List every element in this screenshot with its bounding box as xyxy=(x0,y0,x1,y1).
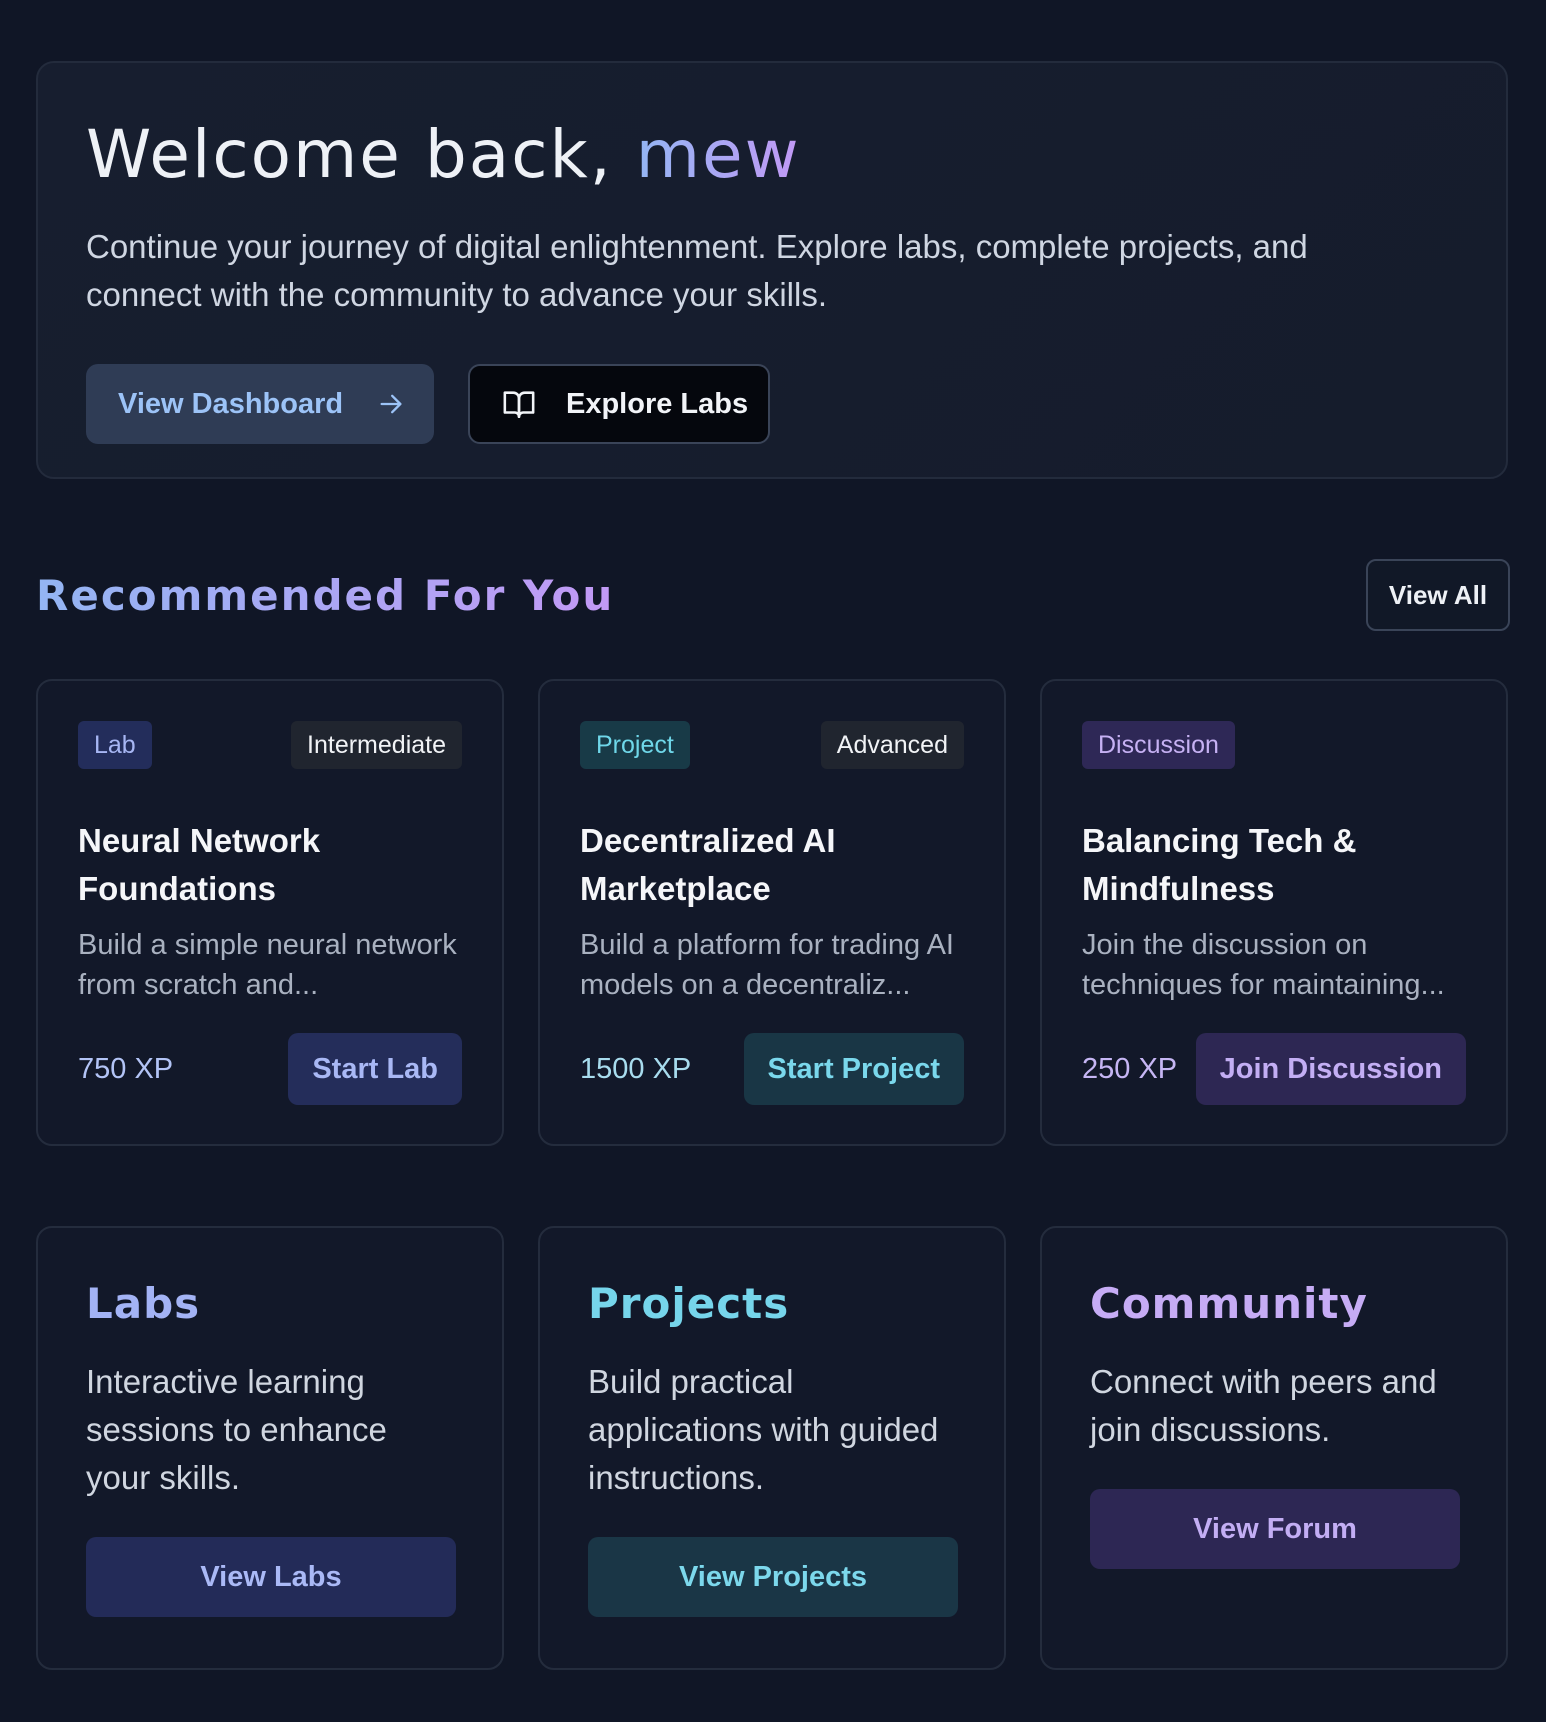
recommended-title: Recommended For You xyxy=(36,570,615,620)
feature-description: Build practical applications with guided… xyxy=(588,1363,939,1496)
level-badge: Intermediate xyxy=(291,721,462,769)
recommendation-card-lab[interactable]: Lab Intermediate Neural Network Foundati… xyxy=(36,679,504,1146)
explore-labs-button[interactable]: Explore Labs xyxy=(468,364,770,444)
view-all-button[interactable]: View All xyxy=(1366,559,1510,631)
feature-title: Community xyxy=(1090,1279,1368,1328)
card-title: Decentralized AI Marketplace xyxy=(580,822,836,907)
welcome-username: mew xyxy=(635,116,801,193)
recommended-grid: Lab Intermediate Neural Network Foundati… xyxy=(36,679,1510,1146)
tag-row: Lab Intermediate xyxy=(78,721,462,769)
feature-card-labs: Labs Interactive learning sessions to en… xyxy=(36,1226,504,1670)
arrow-right-icon xyxy=(377,390,405,418)
card-title: Balancing Tech & Mindfulness xyxy=(1082,822,1357,907)
feature-description: Connect with peers and join discussions. xyxy=(1090,1363,1437,1448)
book-open-icon xyxy=(502,387,536,421)
recommendation-card-project[interactable]: Project Advanced Decentralized AI Market… xyxy=(538,679,1006,1146)
recommendation-card-discussion[interactable]: Discussion Balancing Tech & Mindfulness … xyxy=(1040,679,1508,1146)
page: Welcome back, mew Continue your journey … xyxy=(0,0,1546,1722)
feature-grid: Labs Interactive learning sessions to en… xyxy=(36,1226,1510,1670)
view-dashboard-button[interactable]: View Dashboard xyxy=(86,364,434,444)
recommended-header: Recommended For You View All xyxy=(36,559,1510,631)
card-footer: 1500 XP Start Project xyxy=(580,1033,964,1105)
card-description: Build a platform for trading AI models o… xyxy=(580,929,954,1001)
view-labs-button[interactable]: View Labs xyxy=(86,1537,456,1617)
view-projects-button[interactable]: View Projects xyxy=(588,1537,958,1617)
feature-card-community: Community Connect with peers and join di… xyxy=(1040,1226,1508,1670)
start-lab-button[interactable]: Start Lab xyxy=(288,1033,462,1105)
type-badge: Lab xyxy=(78,721,152,769)
view-dashboard-label: View Dashboard xyxy=(118,387,344,420)
feature-card-projects: Projects Build practical applications wi… xyxy=(538,1226,1006,1670)
feature-title: Projects xyxy=(588,1279,790,1328)
welcome-greeting: Welcome back, xyxy=(86,116,613,193)
tag-row: Discussion xyxy=(1082,721,1466,769)
explore-labs-label: Explore Labs xyxy=(566,387,749,420)
card-footer: 750 XP Start Lab xyxy=(78,1033,462,1105)
xp-value: 750 XP xyxy=(78,1052,174,1085)
card-description: Join the discussion on techniques for ma… xyxy=(1082,929,1445,1001)
type-badge: Discussion xyxy=(1082,721,1235,769)
xp-value: 250 XP xyxy=(1082,1052,1178,1085)
hero-actions: View Dashboard Explore Labs xyxy=(86,364,1458,444)
welcome-hero: Welcome back, mew Continue your journey … xyxy=(36,61,1508,479)
xp-value: 1500 XP xyxy=(580,1052,692,1085)
welcome-subtitle: Continue your journey of digital enlight… xyxy=(86,228,1308,313)
type-badge: Project xyxy=(580,721,690,769)
level-badge: Advanced xyxy=(820,721,964,769)
welcome-title: Welcome back, mew xyxy=(86,113,1458,197)
tag-row: Project Advanced xyxy=(580,721,964,769)
join-discussion-button[interactable]: Join Discussion xyxy=(1195,1033,1466,1105)
view-forum-button[interactable]: View Forum xyxy=(1090,1489,1460,1569)
start-project-button[interactable]: Start Project xyxy=(743,1033,964,1105)
feature-description: Interactive learning sessions to enhance… xyxy=(86,1363,387,1496)
card-footer: 250 XP Join Discussion xyxy=(1082,1033,1466,1105)
feature-title: Labs xyxy=(86,1279,201,1328)
card-title: Neural Network Foundations xyxy=(78,822,321,907)
card-description: Build a simple neural network from scrat… xyxy=(78,929,457,1001)
